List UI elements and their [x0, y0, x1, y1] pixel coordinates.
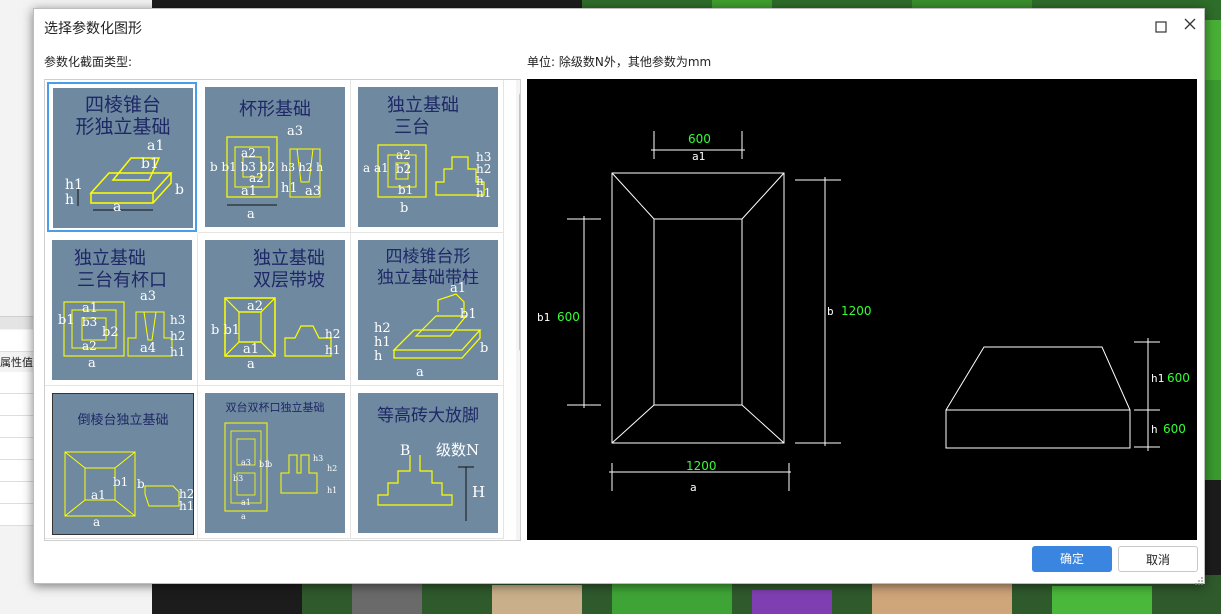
maximize-button[interactable]: [1155, 18, 1167, 33]
right-dim-value: 1200: [841, 304, 872, 318]
svg-text:b: b: [137, 477, 145, 491]
maximize-icon: [1155, 21, 1167, 33]
svg-text:h: h: [374, 349, 383, 364]
left-dim-label: b1: [537, 311, 550, 324]
left-dim-value: 600: [557, 310, 580, 324]
svg-text:a1: a1: [450, 281, 466, 296]
svg-text:h1: h1: [325, 343, 340, 357]
svg-text:a3: a3: [305, 184, 321, 199]
svg-text:a: a: [247, 207, 255, 222]
svg-text:a1: a1: [82, 301, 98, 316]
svg-text:h1: h1: [327, 486, 337, 495]
svg-text:b: b: [400, 201, 408, 216]
cancel-button[interactable]: 取消: [1118, 546, 1198, 572]
svg-text:b3: b3: [233, 474, 243, 483]
svg-text:a: a: [93, 515, 100, 529]
shape-tile-brick-footing[interactable]: 等高砖大放脚 B 级数N H: [351, 386, 504, 539]
svg-text:h1: h1: [65, 177, 83, 193]
svg-text:h2: h2: [374, 321, 391, 336]
svg-text:h1: h1: [476, 186, 491, 200]
close-icon: [1184, 18, 1196, 30]
right-dim-label: b: [827, 305, 834, 318]
svg-text:a3: a3: [241, 458, 251, 467]
svg-text:a2: a2: [241, 146, 256, 160]
svg-text:b1: b1: [58, 313, 75, 328]
svg-text:a1: a1: [243, 342, 259, 357]
svg-text:a: a: [88, 356, 96, 371]
h1-value: 600: [1167, 371, 1190, 385]
top-dim-label: a1: [692, 150, 705, 163]
svg-text:a3: a3: [140, 289, 156, 304]
svg-text:h: h: [65, 192, 74, 208]
shape-tile-three-step[interactable]: 独立基础 三台 a2 b2 a a1 b1 b h3 h2 h h1: [351, 80, 504, 233]
svg-text:b2: b2: [396, 162, 411, 176]
svg-text:a1: a1: [147, 138, 164, 154]
svg-text:b: b: [267, 460, 272, 469]
shape-tile-pyramid-frustum[interactable]: 四棱锥台 形独立基础 a1 b1 h1 h b a: [47, 82, 197, 232]
svg-text:h2: h2: [327, 464, 337, 473]
bottom-dim-value: 1200: [686, 459, 717, 473]
h-label: h: [1151, 423, 1158, 436]
svg-text:a a1: a a1: [363, 161, 389, 175]
bottom-dim-label: a: [690, 481, 697, 494]
svg-text:h1: h1: [170, 345, 185, 359]
svg-text:h2: h2: [325, 327, 340, 341]
shape-tile-double-slope[interactable]: 独立基础 双层带坡 a2 b b1 a1 a h2 h1: [198, 233, 351, 386]
resize-grip-icon[interactable]: [1194, 571, 1204, 585]
svg-text:H: H: [472, 483, 485, 501]
shape-tile-inverted-frustum[interactable]: 倒棱台独立基础 b1 a1 b a h2 h1: [45, 386, 198, 539]
property-value-label: 属性值: [0, 356, 33, 369]
svg-text:h1: h1: [179, 499, 193, 513]
svg-text:a4: a4: [140, 341, 156, 356]
svg-text:级数N: 级数N: [436, 441, 479, 459]
svg-text:b3: b3: [82, 315, 97, 329]
svg-text:h1: h1: [281, 181, 298, 196]
h-value: 600: [1163, 422, 1186, 436]
svg-text:a: a: [247, 357, 255, 372]
parametric-shape-dialog: 选择参数化图形 参数化截面类型: 单位: 除级数N外，其他参数为mm 四棱锥台 …: [33, 8, 1205, 585]
svg-text:b b1 b3 b2: b b1 b3 b2: [210, 160, 275, 174]
svg-text:h1: h1: [374, 335, 391, 350]
svg-text:b: b: [175, 182, 184, 198]
svg-text:h3 h2 h: h3 h2 h: [281, 161, 323, 174]
shape-tile-three-step-cup[interactable]: 独立基础 三台有杯口 a1 a3 b1 b3 b2 a2 a h3 h2 h1: [45, 233, 198, 386]
svg-text:a1: a1: [241, 498, 251, 507]
svg-text:a3: a3: [287, 124, 303, 139]
shape-tile-frustum-with-column[interactable]: 四棱锥台形 独立基础带柱 a1 b1 h2 h1 h a b: [351, 233, 504, 386]
shape-type-grid: 四棱锥台 形独立基础 a1 b1 h1 h b a 杯形基础 a3 a2 b b…: [44, 79, 521, 541]
svg-text:a: a: [416, 365, 424, 380]
section-type-label: 参数化截面类型:: [44, 55, 133, 69]
shape-tile-cup-foundation[interactable]: 杯形基础 a3 a2 b b1 b3 b2 a1 a h3 h2 h h1 a2…: [198, 80, 351, 233]
svg-text:a2: a2: [396, 148, 411, 162]
svg-text:b1: b1: [460, 307, 477, 322]
dialog-title: 选择参数化图形: [44, 21, 142, 37]
unit-note-label: 单位: 除级数N外，其他参数为mm: [527, 55, 712, 69]
svg-text:h3: h3: [313, 454, 323, 463]
shape-preview-canvas: 600 a1 b1 600 b 1200 1200 a h1 600 h 600: [527, 79, 1197, 540]
svg-text:B: B: [400, 443, 410, 459]
svg-text:b1: b1: [113, 475, 128, 489]
svg-text:b: b: [480, 341, 488, 356]
svg-text:b1: b1: [141, 156, 159, 172]
svg-text:b b1: b b1: [211, 323, 240, 338]
shape-tile-double-cup[interactable]: 双台双杯口独立基础 a3 b3 b1 b h3 h2 h1 a1 a: [198, 386, 351, 539]
svg-text:a2: a2: [249, 171, 264, 185]
svg-text:a2: a2: [82, 339, 97, 353]
svg-text:a1: a1: [241, 184, 257, 199]
top-dim-value: 600: [688, 132, 711, 146]
scrollbar-thumb[interactable]: [519, 92, 520, 352]
close-button[interactable]: [1182, 16, 1198, 32]
svg-text:a2: a2: [247, 299, 263, 314]
ok-button[interactable]: 确定: [1032, 546, 1112, 572]
svg-text:b1: b1: [398, 183, 413, 197]
svg-text:h3: h3: [170, 313, 185, 327]
svg-text:a1: a1: [91, 488, 106, 502]
svg-text:h2: h2: [170, 329, 185, 343]
svg-text:a: a: [241, 512, 246, 521]
h1-label: h1: [1151, 372, 1164, 385]
svg-text:b2: b2: [102, 325, 119, 340]
svg-text:a: a: [113, 199, 121, 215]
